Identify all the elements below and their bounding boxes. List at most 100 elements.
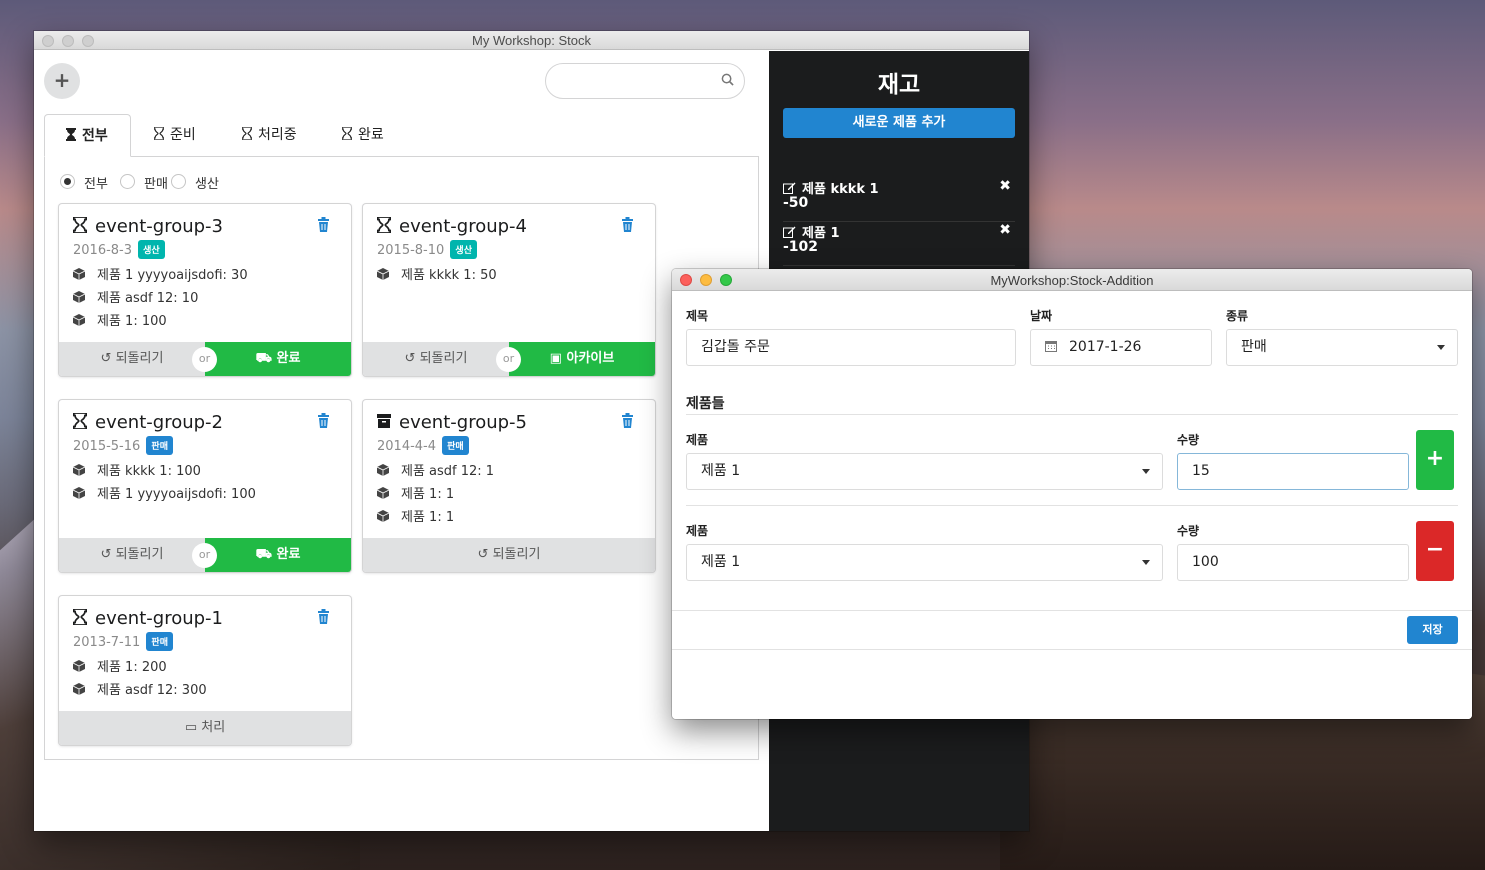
addition-titlebar[interactable]: MyWorkshop:Stock-Addition — [672, 269, 1472, 291]
product-label: 제품 — [686, 433, 709, 447]
list-item: 제품 1 yyyyoaijsdofi: 30 — [73, 264, 248, 287]
event-card: event-group-4 2015-8-10 생산 제품 kkkk 1: 50… — [363, 204, 655, 376]
or-divider: or — [496, 347, 521, 372]
edit-icon — [783, 182, 796, 194]
trash-icon[interactable] — [317, 413, 330, 428]
card-date: 2014-4-4 판매 — [377, 436, 469, 455]
edit-icon — [783, 226, 796, 238]
revert-button[interactable]: ↺ 되돌리기 — [363, 538, 655, 572]
revert-button[interactable]: ↺ 되돌리기 — [59, 342, 205, 376]
divider — [686, 414, 1458, 415]
add-product-button[interactable]: 새로운 제품 추가 — [783, 108, 1015, 138]
card-date: 2016-8-3 생산 — [73, 240, 165, 259]
hourglass-icon — [341, 126, 353, 141]
title-field[interactable]: 김갑돌 주문 — [686, 329, 1016, 366]
or-divider: or — [192, 543, 217, 568]
add-event-button[interactable]: + — [44, 63, 80, 99]
card-items: 제품 1: 200 제품 asdf 12: 300 — [73, 656, 207, 702]
card-actions: ▭ 처리 — [59, 711, 351, 745]
close-icon[interactable]: ✖ — [999, 222, 1011, 238]
divider — [672, 610, 1472, 611]
addition-form: 제목 김갑돌 주문 날짜 2017-1-26 종류 판매 제품들 제품 제품 1… — [672, 292, 1472, 719]
card-actions: ↺ 되돌리기 — [363, 538, 655, 572]
remove-row-button[interactable]: − — [1416, 521, 1454, 581]
quantity-field[interactable]: 15 — [1177, 453, 1409, 490]
card-actions: ↺ 되돌리기 or ⛟ 완료 — [59, 538, 351, 572]
card-items: 제품 asdf 12: 1 제품 1: 1 제품 1: 1 — [377, 460, 494, 529]
hourglass-icon — [153, 126, 165, 141]
cube-icon — [377, 510, 389, 522]
cube-icon — [73, 291, 85, 303]
trash-icon[interactable] — [621, 413, 634, 428]
type-label: 종류 — [1226, 309, 1249, 323]
card-title: event-group-5 — [377, 412, 527, 433]
stock-item[interactable]: 제품 1 -102 ✖ — [783, 222, 1015, 266]
stock-item-qty: -102 — [783, 239, 819, 255]
save-button[interactable]: 저장 — [1407, 616, 1458, 644]
chevron-down-icon — [1437, 345, 1445, 350]
tab-ready[interactable]: 준비 — [153, 114, 196, 157]
trash-icon[interactable] — [317, 217, 330, 232]
card-items: 제품 kkkk 1: 50 — [377, 264, 497, 287]
complete-button[interactable]: ⛟ 완료 — [205, 342, 351, 376]
quantity-field[interactable]: 100 — [1177, 544, 1409, 581]
undo-icon: ↺ — [100, 351, 112, 366]
complete-button[interactable]: ⛟ 완료 — [205, 538, 351, 572]
archive-button[interactable]: ▣ 아카이브 — [509, 342, 655, 376]
main-titlebar[interactable]: My Workshop: Stock — [34, 31, 1029, 50]
card-title: event-group-1 — [73, 608, 223, 629]
list-item: 제품 asdf 12: 300 — [73, 679, 207, 702]
revert-button[interactable]: ↺ 되돌리기 — [363, 342, 509, 376]
revert-button[interactable]: ↺ 되돌리기 — [59, 538, 205, 572]
stock-addition-window: MyWorkshop:Stock-Addition 제목 김갑돌 주문 날짜 2… — [672, 269, 1472, 719]
card-title: event-group-2 — [73, 412, 223, 433]
stock-item-name: 제품 kkkk 1 — [802, 182, 879, 197]
tab-done[interactable]: 완료 — [341, 114, 384, 157]
quantity-label: 수량 — [1177, 433, 1200, 447]
divider — [672, 649, 1472, 650]
add-row-button[interactable]: + — [1416, 430, 1454, 490]
status-badge: 판매 — [146, 632, 173, 651]
card-title: event-group-4 — [377, 216, 527, 237]
list-item: 제품 kkkk 1: 50 — [377, 264, 497, 287]
tab-all[interactable]: 전부 — [44, 114, 131, 157]
events-panel: 전부 판매 생산 event-group-3 2016-8-3 생산 제품 1 … — [44, 156, 759, 760]
trash-icon[interactable] — [621, 217, 634, 232]
title-label: 제목 — [686, 309, 709, 323]
hourglass-icon — [73, 413, 87, 429]
product-select[interactable]: 제품 1 — [686, 544, 1163, 581]
card-date: 2015-5-16 판매 — [73, 436, 173, 455]
card-date: 2015-8-10 생산 — [377, 240, 477, 259]
process-button[interactable]: ▭ 처리 — [59, 711, 351, 745]
archive-icon: ▣ — [549, 351, 562, 366]
money-icon: ▭ — [184, 720, 198, 735]
truck-icon: ⛟ — [255, 547, 272, 562]
product-select[interactable]: 제품 1 — [686, 453, 1163, 490]
date-field[interactable]: 2017-1-26 — [1030, 329, 1212, 366]
cube-icon — [73, 268, 85, 280]
stock-item[interactable]: 제품 kkkk 1 -50 ✖ — [783, 178, 1015, 222]
hourglass-icon — [73, 217, 87, 233]
status-badge: 생산 — [138, 240, 165, 259]
hourglass-icon — [377, 217, 391, 233]
quantity-label: 수량 — [1177, 524, 1200, 538]
event-card: event-group-5 2014-4-4 판매 제품 asdf 12: 1 … — [363, 400, 655, 572]
list-item: 제품 1: 1 — [377, 483, 494, 506]
type-select[interactable]: 판매 — [1226, 329, 1458, 366]
cube-icon — [73, 464, 85, 476]
tab-processing[interactable]: 처리중 — [241, 114, 297, 157]
divider — [686, 505, 1458, 506]
chevron-down-icon — [1142, 560, 1150, 565]
cube-icon — [73, 314, 85, 326]
calendar-icon — [1045, 341, 1057, 352]
window-title: MyWorkshop:Stock-Addition — [990, 273, 1154, 288]
window-title: My Workshop: Stock — [472, 33, 591, 48]
card-items: 제품 kkkk 1: 100 제품 1 yyyyoaijsdofi: 100 — [73, 460, 256, 506]
list-item: 제품 1 yyyyoaijsdofi: 100 — [73, 483, 256, 506]
stock-title: 재고 — [877, 72, 921, 98]
close-icon[interactable]: ✖ — [999, 178, 1011, 194]
card-actions: ↺ 되돌리기 or ⛟ 완료 — [59, 342, 351, 376]
search-input[interactable] — [545, 63, 745, 99]
trash-icon[interactable] — [317, 609, 330, 624]
undo-icon: ↺ — [100, 547, 112, 562]
